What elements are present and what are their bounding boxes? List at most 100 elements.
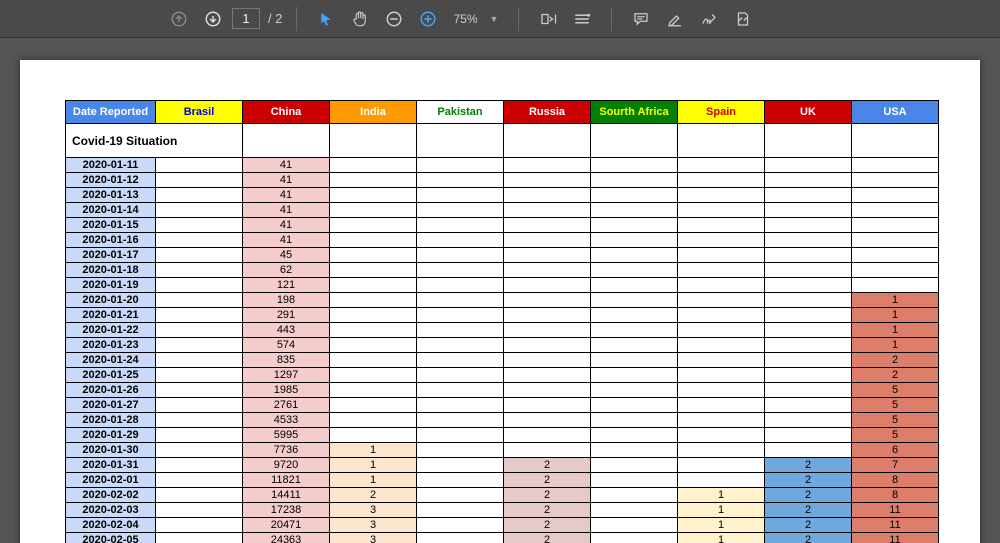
highlight-button[interactable] [660,4,690,34]
cell-pak [417,293,504,308]
cell-russia [504,293,591,308]
cell-brasil [156,218,243,233]
cell-spain [678,443,765,458]
col-brasil: Brasil [156,101,243,124]
cell-pak [417,368,504,383]
comment-button[interactable] [626,4,656,34]
cell-sa [591,518,678,533]
cell-uk [765,248,852,263]
cell-india [330,188,417,203]
zoom-out-button[interactable] [379,4,409,34]
table-row: 2020-02-01118211228 [66,473,939,488]
cell-pak [417,233,504,248]
cell-pak [417,188,504,203]
cell-usa: 11 [852,533,939,543]
cell-date: 2020-02-05 [66,533,156,543]
cell-russia [504,188,591,203]
cell-usa [852,188,939,203]
cell-usa: 6 [852,443,939,458]
prev-page-button[interactable] [164,4,194,34]
col-spain: Spain [678,101,765,124]
cell-usa: 11 [852,518,939,533]
cell-india [330,428,417,443]
cell-russia [504,233,591,248]
cell-spain [678,413,765,428]
cell-usa [852,203,939,218]
cell-uk: 2 [765,473,852,488]
cell-uk [765,398,852,413]
cell-india: 1 [330,473,417,488]
cell-china: 41 [243,173,330,188]
cell-pak [417,443,504,458]
table-row: 2020-01-1641 [66,233,939,248]
cell-russia [504,308,591,323]
cell-sa [591,458,678,473]
col-date: Date Reported [66,101,156,124]
fit-width-button[interactable] [533,4,563,34]
sign-button[interactable] [694,4,724,34]
cell-uk [765,353,852,368]
cell-india: 3 [330,533,417,543]
cell-pak [417,263,504,278]
cell-china: 2761 [243,398,330,413]
cell-pak [417,158,504,173]
zoom-select[interactable]: 75% ▼ [447,10,504,28]
sheet-title: Covid-19 Situation [72,134,177,148]
next-page-button[interactable] [198,4,228,34]
cell-sa [591,503,678,518]
cell-sa [591,158,678,173]
cell-sa [591,308,678,323]
cell-usa [852,158,939,173]
more-tools-button[interactable] [728,4,758,34]
cell-spain [678,188,765,203]
cell-china: 41 [243,203,330,218]
cell-uk [765,203,852,218]
cell-spain [678,428,765,443]
cell-date: 2020-01-24 [66,353,156,368]
cell-uk [765,443,852,458]
table-row: 2020-01-3197201227 [66,458,939,473]
cell-usa: 1 [852,323,939,338]
cell-uk [765,218,852,233]
cell-pak [417,338,504,353]
cell-russia: 2 [504,458,591,473]
cell-russia: 2 [504,533,591,543]
document-viewport[interactable]: Covid-19 Situation Date Reported Brasil … [0,38,1000,543]
cell-sa [591,398,678,413]
cell-india [330,218,417,233]
cell-china: 41 [243,158,330,173]
cell-russia [504,413,591,428]
cell-usa: 2 [852,353,939,368]
cell-sa [591,263,678,278]
cell-russia [504,158,591,173]
zoom-in-button[interactable] [413,4,443,34]
cell-china: 41 [243,218,330,233]
cell-russia [504,398,591,413]
cell-brasil [156,233,243,248]
cell-date: 2020-01-15 [66,218,156,233]
cell-brasil [156,158,243,173]
cell-pak [417,203,504,218]
cell-india [330,398,417,413]
cell-india [330,233,417,248]
reflow-button[interactable] [567,4,597,34]
cell-india: 3 [330,518,417,533]
cell-sa [591,428,678,443]
hand-tool-button[interactable] [345,4,375,34]
select-tool-button[interactable] [311,4,341,34]
cell-date: 2020-01-20 [66,293,156,308]
table-row: 2020-01-2959955 [66,428,939,443]
cell-date: 2020-01-11 [66,158,156,173]
cell-usa: 5 [852,428,939,443]
cell-uk [765,278,852,293]
col-uk: UK [765,101,852,124]
table-row: 2020-02-021441122128 [66,488,939,503]
cell-china: 291 [243,308,330,323]
cell-sa [591,203,678,218]
cell-usa [852,263,939,278]
page-number-input[interactable] [232,8,260,29]
cell-sa [591,188,678,203]
cell-china: 9720 [243,458,330,473]
table-row: 2020-02-0317238321211 [66,503,939,518]
chevron-down-icon: ▼ [490,14,499,24]
